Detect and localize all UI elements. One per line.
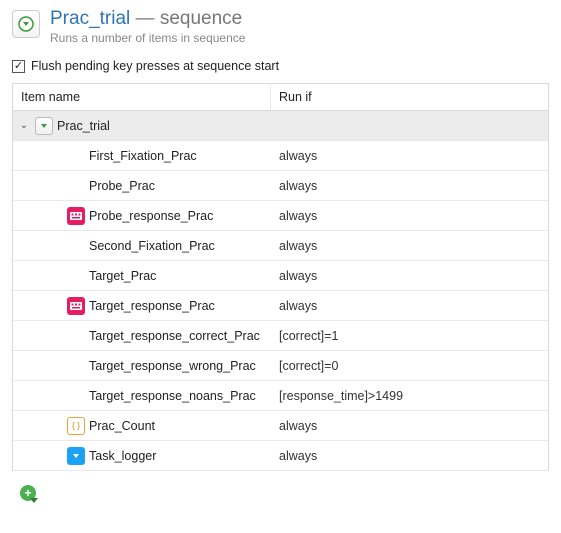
tree-item-runif[interactable]: always (271, 269, 548, 283)
flush-checkbox-row[interactable]: ✓ Flush pending key presses at sequence … (0, 55, 561, 83)
sketchpad-icon (67, 357, 85, 375)
editor-header: Prac_trial — sequence Runs a number of i… (0, 0, 561, 55)
tree-child-row[interactable]: Task_logger always (13, 441, 548, 471)
tree-item-label: Target_response_correct_Prac (89, 329, 260, 343)
sketchpad-icon (67, 267, 85, 285)
tree-child-row[interactable]: Target_response_correct_Prac [correct]=1 (13, 321, 548, 351)
tree-item-label: Probe_response_Prac (89, 209, 213, 223)
tree-root-row[interactable]: ⌄ Prac_trial (13, 111, 548, 141)
editor-subtitle: Runs a number of items in sequence (50, 31, 245, 45)
item-type-title: — sequence (130, 8, 242, 29)
sequence-item-icon (35, 117, 53, 135)
tree-child-row[interactable]: {} Prac_Count always (13, 411, 548, 441)
tree-item-label: Prac_Count (89, 419, 155, 433)
item-name-title: Prac_trial (50, 8, 130, 29)
svg-text:{}: {} (71, 422, 82, 432)
sketchpad-icon (67, 177, 85, 195)
tree-item-runif[interactable]: always (271, 239, 548, 253)
tree-item-label: Target_response_noans_Prac (89, 389, 256, 403)
column-header-name[interactable]: Item name (13, 84, 271, 110)
sketchpad-icon (67, 327, 85, 345)
sketchpad-icon (67, 387, 85, 405)
tree-child-row[interactable]: Target_response_wrong_Prac [correct]=0 (13, 351, 548, 381)
tree-item-label: Target_response_wrong_Prac (89, 359, 256, 373)
tree-child-row[interactable]: Second_Fixation_Prac always (13, 231, 548, 261)
tree-child-row[interactable]: Probe_Prac always (13, 171, 548, 201)
tree-item-runif[interactable]: always (271, 149, 548, 163)
tree-item-label: Task_logger (89, 449, 156, 463)
tree-item-runif[interactable]: always (271, 449, 548, 463)
keyboard-response-icon (67, 297, 85, 315)
tree-child-row[interactable]: Target_response_noans_Prac [response_time… (13, 381, 548, 411)
tree-item-runif[interactable]: always (271, 419, 548, 433)
tree-item-runif[interactable]: always (271, 179, 548, 193)
tree-item-label: First_Fixation_Prac (89, 149, 197, 163)
tree-item-runif[interactable]: always (271, 209, 548, 223)
flush-checkbox[interactable]: ✓ (12, 60, 25, 73)
sequence-table: Item name Run if ⌄ Prac_trial First_Fixa… (12, 83, 549, 471)
sequence-tree: ⌄ Prac_trial First_Fixation_PracalwaysPr… (13, 111, 548, 471)
tree-item-runif[interactable]: [correct]=0 (271, 359, 548, 373)
table-header: Item name Run if (13, 84, 548, 111)
expand-toggle-icon[interactable]: ⌄ (17, 120, 31, 131)
column-header-runif[interactable]: Run if (271, 84, 548, 110)
editor-title: Prac_trial — sequence (50, 8, 245, 30)
add-item-button[interactable]: + (20, 485, 36, 501)
tree-root-label: Prac_trial (57, 119, 110, 133)
sequence-icon (12, 10, 40, 38)
tree-item-label: Target_Prac (89, 269, 156, 283)
sketchpad-icon (67, 147, 85, 165)
sketchpad-icon (67, 237, 85, 255)
tree-item-runif[interactable]: [correct]=1 (271, 329, 548, 343)
logger-icon (67, 447, 85, 465)
tree-child-row[interactable]: First_Fixation_Prac always (13, 141, 548, 171)
flush-checkbox-label: Flush pending key presses at sequence st… (31, 59, 279, 73)
inline-script-icon: {} (67, 417, 85, 435)
tree-item-label: Probe_Prac (89, 179, 155, 193)
tree-item-label: Target_response_Prac (89, 299, 215, 313)
tree-item-label: Second_Fixation_Prac (89, 239, 215, 253)
tree-child-row[interactable]: Target_Prac always (13, 261, 548, 291)
tree-item-runif[interactable]: [response_time]>1499 (271, 389, 548, 403)
tree-item-runif[interactable]: always (271, 299, 548, 313)
keyboard-response-icon (67, 207, 85, 225)
tree-child-row[interactable]: Target_response_Prac always (13, 291, 548, 321)
tree-child-row[interactable]: Probe_response_Prac always (13, 201, 548, 231)
